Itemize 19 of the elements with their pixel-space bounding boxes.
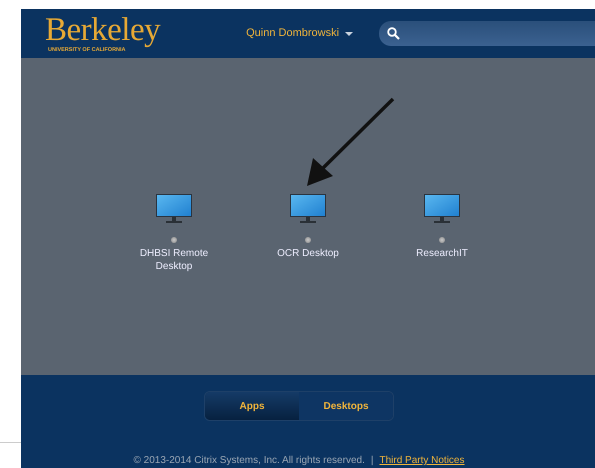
monitor-icon[interactable] (156, 194, 192, 224)
monitor-icon[interactable] (290, 194, 326, 224)
status-dot (305, 237, 311, 244)
monitor-icon[interactable] (424, 194, 460, 224)
copyright-text: © 2013-2014 Citrix Systems, Inc. All rights reserved. (134, 454, 365, 468)
status-dot (171, 237, 177, 244)
search-icon (387, 27, 400, 40)
tab[interactable]: Apps (205, 392, 299, 420)
third-party-notices-link[interactable]: Third Party Notices (379, 453, 464, 468)
desktop-name[interactable]: OCR Desktop (277, 247, 339, 260)
logo-text: Berkeley (45, 14, 160, 47)
caret-icon (345, 32, 354, 36)
user-menu[interactable]: Quinn Dombrowski (246, 25, 354, 42)
tab[interactable]: Desktops (299, 392, 393, 420)
desktop-name[interactable]: DHBSI Remote Desktop (132, 247, 216, 274)
status-dot (439, 237, 445, 244)
desktop-name[interactable]: ResearchIT (416, 247, 468, 260)
search-field[interactable] (379, 21, 595, 46)
separator: | (370, 454, 374, 468)
